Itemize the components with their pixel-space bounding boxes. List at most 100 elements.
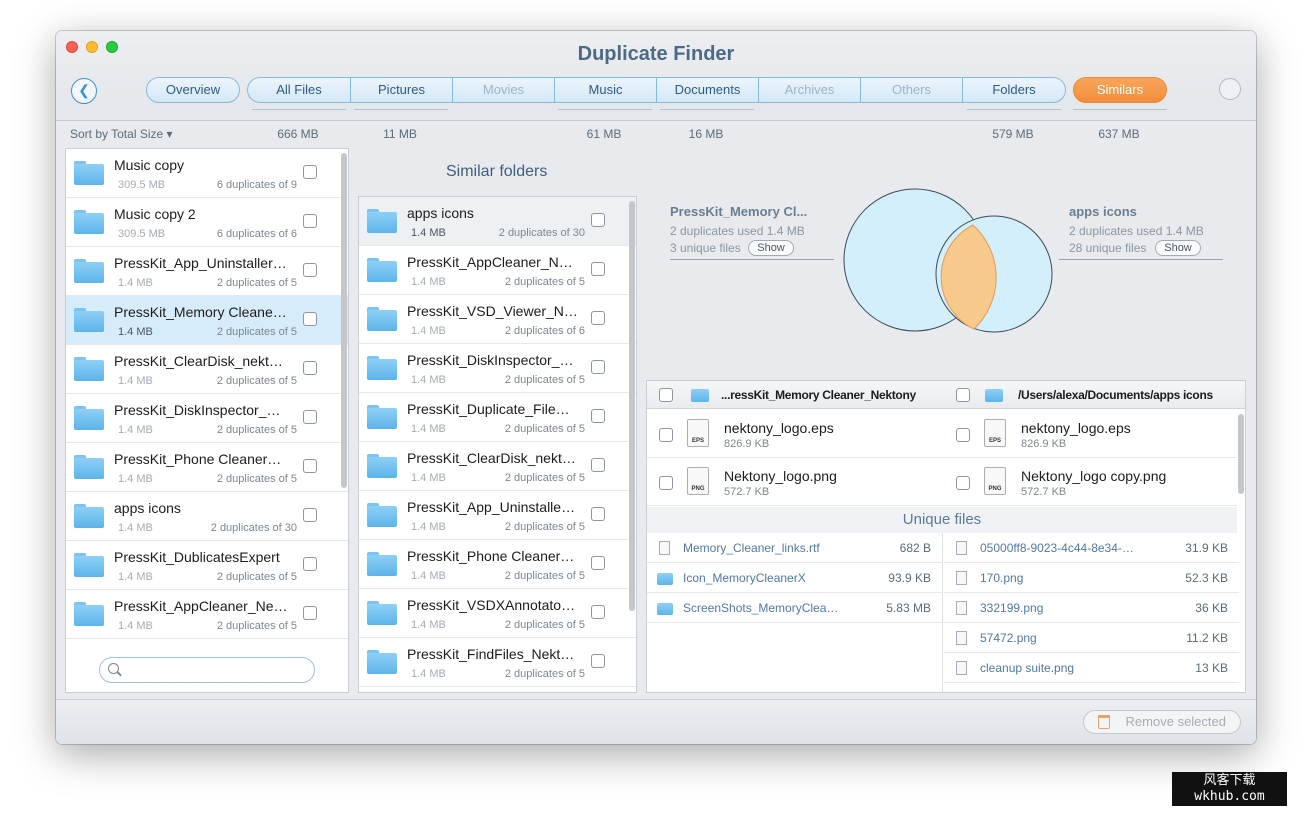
folder-icon — [367, 209, 397, 233]
tab-others[interactable]: Others — [860, 77, 963, 103]
folder-size: 1.4 MB — [118, 620, 153, 632]
folder-checkbox[interactable] — [591, 262, 605, 276]
unique-file-size: 93.9 KB — [888, 571, 931, 585]
left-file-name: Nektony_logo.png — [724, 468, 837, 484]
tab-all-files[interactable]: All Files — [247, 77, 351, 103]
folder-checkbox[interactable] — [591, 458, 605, 472]
list-item[interactable]: PressKit_DiskInspector_… 1.4 MB 2 duplicat… — [359, 344, 636, 393]
show-left-unique-button[interactable]: Show — [748, 240, 794, 256]
list-item[interactable]: PressKit_DublicatesExpert 1.4 MB 2 duplica… — [66, 541, 348, 590]
similar-folders-panel: apps icons 1.4 MB 2 duplicates of 30 PressK… — [358, 196, 637, 693]
unique-file-row[interactable]: ScreenShots_MemoryClea… 5.83 MB — [647, 593, 942, 623]
unique-file-row[interactable]: 170.png 52.3 KB — [944, 563, 1239, 593]
list-item[interactable]: Music copy 2 309.5 MB 6 duplicates of 6 — [66, 198, 348, 247]
list-item[interactable]: PressKit_AppCleaner_Ne… 1.4 MB 2 duplicate… — [66, 590, 348, 639]
list-item[interactable]: PressKit_DiskInspector_… 1.4 MB 2 duplicat… — [66, 394, 348, 443]
folder-size: 1.4 MB — [411, 276, 446, 288]
left-file-checkbox[interactable] — [659, 428, 673, 442]
list-item[interactable]: Music copy 309.5 MB 6 duplicates of 9 — [66, 149, 348, 198]
tab-overview[interactable]: Overview — [146, 77, 240, 103]
list-item[interactable]: PressKit_Duplicate_File… 1.4 MB 2 duplicat… — [359, 393, 636, 442]
list-item[interactable]: apps icons 1.4 MB 2 duplicates of 30 — [66, 492, 348, 541]
unique-file-name: 332199.png — [980, 601, 1044, 615]
folder-icon — [367, 258, 397, 282]
left-file-size: 826.9 KB — [724, 438, 770, 450]
folder-icon — [74, 406, 104, 430]
folder-name: apps icons — [407, 205, 474, 221]
folder-checkbox[interactable] — [303, 410, 317, 424]
unique-file-row[interactable]: Icon_MemoryCleanerX 93.9 KB — [647, 563, 942, 593]
list-item[interactable]: PressKit_ClearDisk_nekt… 1.4 MB 2 duplicat… — [359, 442, 636, 491]
folder-checkbox[interactable] — [591, 507, 605, 521]
list-item[interactable]: PressKit_FindFiles_Nekt… 1.4 MB 2 duplicat… — [359, 638, 636, 687]
right-file-checkbox[interactable] — [956, 476, 970, 490]
list-item[interactable]: PressKit_VSD_Viewer_N… 1.4 MB 2 duplicates… — [359, 295, 636, 344]
folder-size: 1.4 MB — [411, 227, 446, 239]
rss-icon[interactable] — [1219, 78, 1241, 100]
show-right-unique-button[interactable]: Show — [1155, 240, 1201, 256]
list-item[interactable]: PressKit_App_Uninstalle… 1.4 MB 2 duplicat… — [359, 491, 636, 540]
eps-file-icon: EPS — [687, 419, 709, 447]
folder-size: 1.4 MB — [118, 571, 153, 583]
list-item[interactable]: apps icons 1.4 MB 2 duplicates of 30 — [359, 197, 636, 246]
list-item[interactable]: PressKit_AppCleaner_N… 1.4 MB 2 duplicates… — [359, 246, 636, 295]
folder-checkbox[interactable] — [303, 263, 317, 277]
tab-similars[interactable]: Similars — [1073, 77, 1167, 103]
watermark-line2: wkhub.com — [1194, 789, 1265, 804]
folder-name: PressKit_Duplicate_File… — [407, 401, 570, 417]
folder-size: 1.4 MB — [118, 326, 153, 338]
folder-checkbox[interactable] — [591, 213, 605, 227]
unique-file-row[interactable]: Memory_Cleaner_links.rtf 682 B — [647, 533, 942, 563]
venn-right-unique: 28 unique files — [1069, 241, 1147, 255]
comparison-header: ...ressKit_Memory Cleaner_Nektony /Users… — [647, 381, 1245, 409]
folder-checkbox[interactable] — [303, 312, 317, 326]
folder-name: PressKit_VSD_Viewer_N… — [407, 303, 578, 319]
remove-selected-button[interactable]: Remove selected — [1083, 710, 1241, 734]
folder-icon — [74, 161, 104, 185]
comparison-scrollbar[interactable] — [1238, 414, 1244, 494]
select-all-right-checkbox[interactable] — [956, 388, 970, 402]
tab-documents[interactable]: Documents — [656, 77, 759, 103]
folder-checkbox[interactable] — [591, 311, 605, 325]
folder-checkbox[interactable] — [591, 654, 605, 668]
list-item[interactable]: PressKit_Phone Cleaner… 1.4 MB 2 duplicate… — [359, 540, 636, 589]
back-button[interactable]: ❮ — [71, 78, 97, 104]
search-input[interactable] — [126, 661, 306, 679]
folder-checkbox[interactable] — [591, 605, 605, 619]
tab-movies[interactable]: Movies — [452, 77, 555, 103]
left-scrollbar[interactable] — [341, 153, 347, 488]
select-all-left-checkbox[interactable] — [659, 388, 673, 402]
list-item[interactable]: PressKit_App_Uninstaller… 1.4 MB 2 duplica… — [66, 247, 348, 296]
unique-file-row[interactable]: 57472.png 11.2 KB — [944, 623, 1239, 653]
folder-checkbox[interactable] — [303, 557, 317, 571]
folder-checkbox[interactable] — [303, 361, 317, 375]
folder-checkbox[interactable] — [303, 606, 317, 620]
tab-folders[interactable]: Folders — [962, 77, 1066, 103]
folder-checkbox[interactable] — [303, 214, 317, 228]
folder-checkbox[interactable] — [303, 508, 317, 522]
folder-checkbox[interactable] — [591, 409, 605, 423]
folder-checkbox[interactable] — [591, 360, 605, 374]
size-music: 61 MB — [586, 127, 622, 141]
similar-scrollbar[interactable] — [629, 201, 635, 611]
venn-right-title: apps icons — [1069, 204, 1137, 219]
unique-file-row[interactable]: 332199.png 36 KB — [944, 593, 1239, 623]
list-item[interactable]: PressKit_Memory Cleane… 1.4 MB 2 duplicate… — [66, 296, 348, 345]
size-bar-all-files — [252, 109, 346, 112]
list-item[interactable]: PressKit_Phone Cleaner… 1.4 MB 2 duplicate… — [66, 443, 348, 492]
tab-pictures[interactable]: Pictures — [350, 77, 453, 103]
tab-archives[interactable]: Archives — [758, 77, 861, 103]
right-file-checkbox[interactable] — [956, 428, 970, 442]
unique-file-row[interactable]: 05000ff8-9023-4c44-8e34-… 31.9 KB — [944, 533, 1239, 563]
folder-checkbox[interactable] — [303, 459, 317, 473]
folder-checkbox[interactable] — [591, 556, 605, 570]
tab-music[interactable]: Music — [554, 77, 657, 103]
list-item[interactable]: PressKit_ClearDisk_nekt… 1.4 MB 2 duplicat… — [66, 345, 348, 394]
left-file-checkbox[interactable] — [659, 476, 673, 490]
search-field[interactable] — [99, 657, 315, 683]
sort-dropdown[interactable]: Sort by Total Size ▾ — [70, 127, 173, 141]
list-item[interactable]: PressKit_VSDXAnnotato… 1.4 MB 2 duplicates… — [359, 589, 636, 638]
unique-file-row[interactable]: cleanup suite.png 13 KB — [944, 653, 1239, 683]
folder-icon — [691, 389, 709, 402]
folder-checkbox[interactable] — [303, 165, 317, 179]
